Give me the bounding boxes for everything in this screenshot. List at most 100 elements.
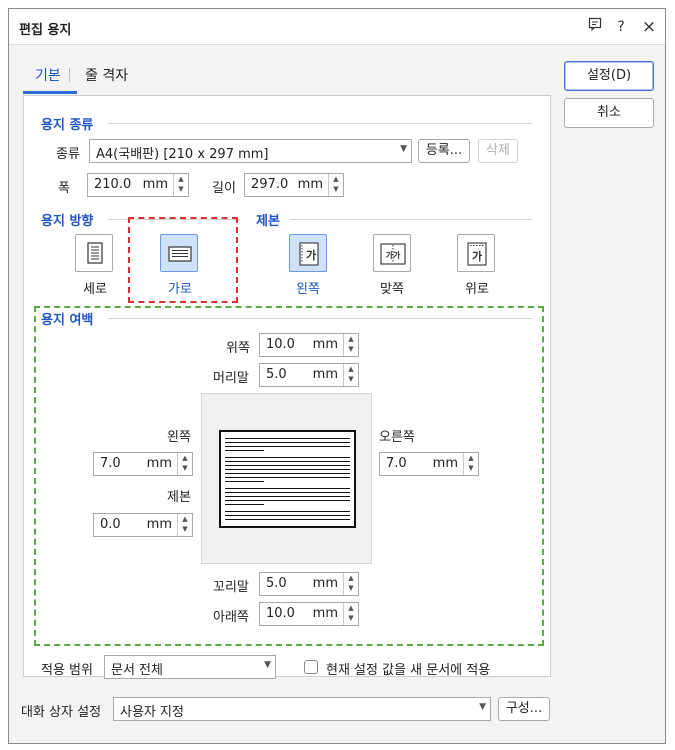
portrait-page-icon bbox=[87, 242, 103, 264]
spin-arrows-icon[interactable]: ▲ ▼ bbox=[463, 453, 478, 475]
bottom-margin-unit: mm bbox=[312, 606, 338, 621]
binding-top-icon: 가 bbox=[467, 242, 487, 266]
margin-preview bbox=[201, 393, 372, 564]
spin-arrows-icon[interactable]: ▲ ▼ bbox=[177, 453, 192, 475]
gutter-margin-stepper[interactable]: 0.0 mm ▲ ▼ bbox=[93, 513, 193, 537]
paper-type-select[interactable]: A4(국배판) [210 x 297 mm] ▼ bbox=[89, 139, 412, 163]
apply-scope-select[interactable]: 문서 전체 ▼ bbox=[104, 655, 276, 679]
section-divider bbox=[290, 219, 532, 220]
feedback-icon[interactable] bbox=[583, 15, 607, 39]
chevron-down-icon: ▼ bbox=[264, 660, 271, 670]
section-divider bbox=[108, 318, 532, 319]
header-margin-stepper[interactable]: 5.0 mm ▲ ▼ bbox=[259, 363, 359, 387]
delete-button: 삭제 bbox=[478, 139, 518, 163]
spin-arrows-icon[interactable]: ▲ ▼ bbox=[328, 174, 343, 196]
left-margin-unit: mm bbox=[146, 456, 172, 471]
left-margin-value: 7.0 bbox=[100, 456, 121, 471]
spin-arrows-icon[interactable]: ▲ ▼ bbox=[343, 573, 358, 595]
tab-basic[interactable]: 기본 bbox=[35, 65, 61, 85]
paper-height-stepper[interactable]: 297.0 mm ▲ ▼ bbox=[244, 173, 344, 197]
top-margin-value: 10.0 bbox=[266, 337, 295, 352]
landscape-highlight-frame bbox=[128, 217, 238, 303]
paper-width-value: 210.0 bbox=[94, 177, 132, 192]
footer-margin-label: 꼬리말 bbox=[213, 580, 249, 595]
bottom-margin-value: 10.0 bbox=[266, 606, 295, 621]
portrait-button[interactable] bbox=[75, 234, 113, 272]
close-button[interactable]: × bbox=[637, 15, 661, 39]
svg-text:가: 가 bbox=[472, 249, 482, 263]
width-label: 폭 bbox=[58, 181, 70, 196]
binding-left-icon: 가 bbox=[299, 242, 319, 266]
gutter-margin-value: 0.0 bbox=[100, 517, 121, 532]
spin-arrows-icon[interactable]: ▲ ▼ bbox=[177, 514, 192, 536]
footer-margin-stepper[interactable]: 5.0 mm ▲ ▼ bbox=[259, 572, 359, 596]
paper-width-unit: mm bbox=[142, 177, 168, 192]
binding-facing-button[interactable]: 가가 bbox=[373, 234, 411, 272]
dialog-settings-select[interactable]: 사용자 지정 ▼ bbox=[113, 697, 491, 721]
paper-type-value: A4(국배판) [210 x 297 mm] bbox=[96, 147, 269, 162]
paper-type-section-title: 용지 종류 bbox=[41, 118, 94, 133]
footer-margin-value: 5.0 bbox=[266, 576, 287, 591]
spin-arrows-icon[interactable]: ▲ ▼ bbox=[343, 364, 358, 386]
dialog-settings-value: 사용자 지정 bbox=[120, 705, 184, 720]
tab-divider bbox=[69, 68, 70, 82]
gutter-margin-unit: mm bbox=[146, 517, 172, 532]
left-margin-stepper[interactable]: 7.0 mm ▲ ▼ bbox=[93, 452, 193, 476]
binding-left-button[interactable]: 가 bbox=[289, 234, 327, 272]
cancel-button[interactable]: 취소 bbox=[564, 98, 654, 128]
help-button[interactable]: ? bbox=[609, 15, 633, 39]
spin-arrows-icon[interactable]: ▲ ▼ bbox=[343, 334, 358, 356]
header-margin-value: 5.0 bbox=[266, 367, 287, 382]
configure-button[interactable]: 구성... bbox=[498, 697, 550, 721]
section-divider bbox=[108, 123, 532, 124]
portrait-label: 세로 bbox=[83, 282, 107, 297]
paper-width-stepper[interactable]: 210.0 mm ▲ ▼ bbox=[87, 173, 189, 197]
right-margin-label: 오른쪽 bbox=[379, 430, 415, 445]
apply-scope-label: 적용 범위 bbox=[41, 663, 93, 678]
binding-section-title: 제본 bbox=[256, 214, 280, 229]
top-margin-unit: mm bbox=[312, 337, 338, 352]
chevron-down-icon: ▼ bbox=[479, 702, 486, 712]
gutter-margin-label: 제본 bbox=[167, 490, 191, 505]
title-bar: 편집 용지 ? × bbox=[9, 9, 665, 45]
paper-height-value: 297.0 bbox=[251, 177, 289, 192]
bottom-margin-stepper[interactable]: 10.0 mm ▲ ▼ bbox=[259, 602, 359, 626]
right-margin-unit: mm bbox=[432, 456, 458, 471]
chevron-down-icon: ▼ bbox=[400, 144, 407, 154]
top-margin-stepper[interactable]: 10.0 mm ▲ ▼ bbox=[259, 333, 359, 357]
top-margin-label: 위쪽 bbox=[226, 341, 250, 356]
tab-line-grid[interactable]: 줄 격자 bbox=[85, 65, 128, 85]
footer-margin-unit: mm bbox=[312, 576, 338, 591]
orientation-section-title: 용지 방향 bbox=[41, 214, 94, 229]
apply-new-doc-label: 현재 설정 값을 새 문서에 적용 bbox=[326, 663, 491, 678]
binding-top-button[interactable]: 가 bbox=[457, 234, 495, 272]
left-margin-label: 왼쪽 bbox=[167, 430, 191, 445]
basic-tab-panel: 용지 종류 종류 A4(국배판) [210 x 297 mm] ▼ 등록... … bbox=[23, 95, 551, 679]
svg-text:가가: 가가 bbox=[386, 250, 401, 260]
tab-active-indicator bbox=[23, 91, 77, 94]
tab-strip: 기본 줄 격자 bbox=[23, 59, 551, 97]
apply-new-doc-checkbox[interactable] bbox=[304, 660, 318, 674]
ok-button[interactable]: 설정(D) bbox=[564, 61, 654, 91]
svg-text:가: 가 bbox=[306, 248, 316, 262]
spin-arrows-icon[interactable]: ▲ ▼ bbox=[343, 603, 358, 625]
right-margin-value: 7.0 bbox=[386, 456, 407, 471]
margins-section-title: 용지 여백 bbox=[41, 313, 94, 328]
paper-height-unit: mm bbox=[297, 177, 323, 192]
paper-type-label: 종류 bbox=[56, 147, 80, 162]
register-button[interactable]: 등록... bbox=[418, 139, 470, 163]
page-setup-dialog: 편집 용지 ? × 기본 줄 격자 설정(D) 취소 용지 종류 종류 A4(국… bbox=[8, 8, 666, 744]
height-label: 길이 bbox=[212, 181, 236, 196]
dialog-settings-label: 대화 상자 설정 bbox=[21, 705, 102, 720]
bottom-margin-label: 아래쪽 bbox=[213, 610, 249, 625]
dialog-title: 편집 용지 bbox=[19, 23, 72, 38]
binding-facing-label: 맞쪽 bbox=[380, 282, 404, 297]
landscape-page-preview bbox=[219, 430, 356, 528]
apply-scope-value: 문서 전체 bbox=[111, 663, 163, 678]
spin-arrows-icon[interactable]: ▲ ▼ bbox=[173, 174, 188, 196]
binding-left-label: 왼쪽 bbox=[296, 282, 320, 297]
binding-top-label: 위로 bbox=[465, 282, 489, 297]
right-margin-stepper[interactable]: 7.0 mm ▲ ▼ bbox=[379, 452, 479, 476]
binding-facing-icon: 가가 bbox=[380, 243, 406, 265]
header-margin-unit: mm bbox=[312, 367, 338, 382]
